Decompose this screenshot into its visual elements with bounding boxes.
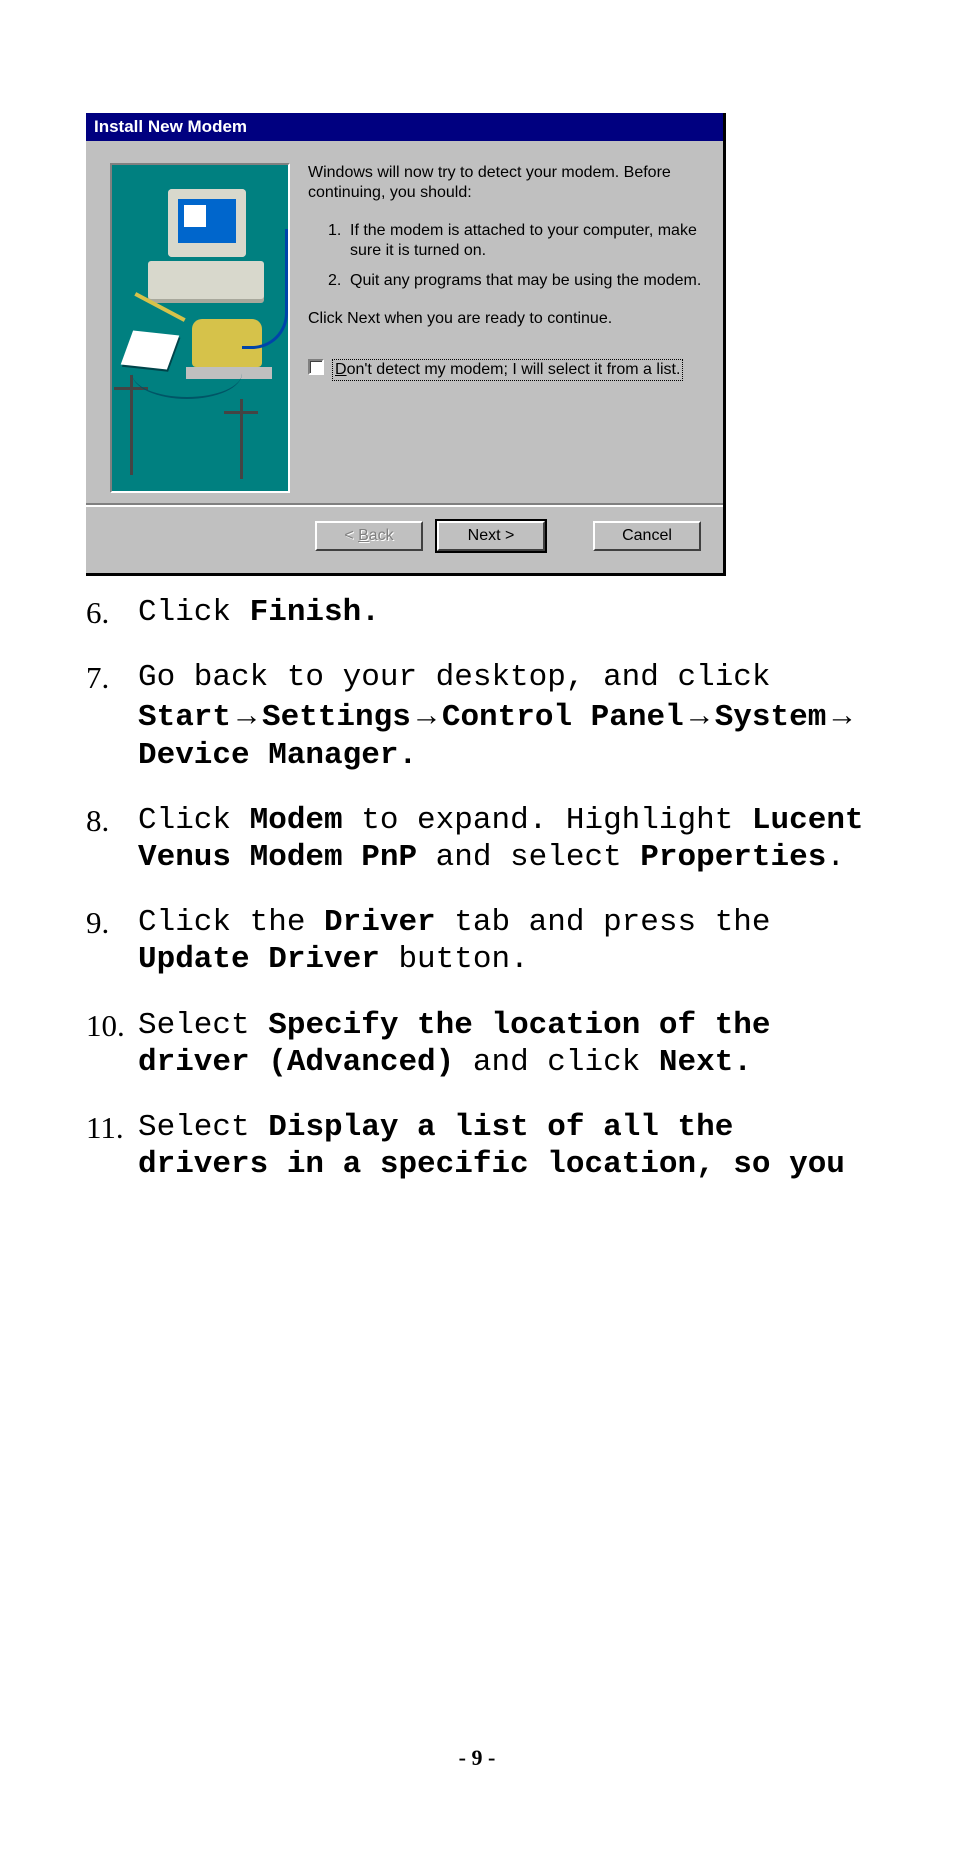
instr-number: 6. <box>86 594 138 631</box>
instr-number: 9. <box>86 904 138 978</box>
instr-body: Click Finish. <box>138 594 874 631</box>
dialog-title: Install New Modem <box>94 117 247 136</box>
dont-detect-label[interactable]: Don't detect my modem; I will select it … <box>332 359 683 381</box>
dialog-step-list: 1. If the modem is attached to your comp… <box>328 221 709 291</box>
cancel-button[interactable]: Cancel <box>593 521 701 551</box>
instr-number: 11. <box>86 1109 138 1183</box>
instr-body: Select Specify the location of the drive… <box>138 1007 874 1081</box>
wizard-illustration <box>110 163 290 493</box>
instr-body: Go back to your desktop, and click Start… <box>138 659 874 774</box>
dont-detect-checkbox[interactable] <box>308 359 324 375</box>
instr-body: Select Display a list of all the drivers… <box>138 1109 874 1183</box>
step-text: If the modem is attached to your compute… <box>350 221 709 261</box>
instr-body: Click Modem to expand. Highlight Lucent … <box>138 802 874 876</box>
step-number: 1. <box>328 221 350 261</box>
instr-number: 10. <box>86 1007 138 1081</box>
step-number: 2. <box>328 271 350 291</box>
instr-number: 8. <box>86 802 138 876</box>
instr-number: 7. <box>86 659 138 774</box>
instr-body: Click the Driver tab and press the Updat… <box>138 904 874 978</box>
step-text: Quit any programs that may be using the … <box>350 271 701 291</box>
dialog-button-row: < Back Next > Cancel <box>86 503 723 573</box>
dialog-continue-text: Click Next when you are ready to continu… <box>308 309 709 329</box>
dialog-intro-text: Windows will now try to detect your mode… <box>308 163 709 203</box>
instruction-list: 6. Click Finish. 7. Go back to your desk… <box>86 594 874 1183</box>
install-new-modem-dialog: Install New Modem Windows will now try t… <box>86 113 726 576</box>
dialog-titlebar: Install New Modem <box>86 113 723 141</box>
next-button[interactable]: Next > <box>437 521 545 551</box>
back-button[interactable]: < Back <box>315 521 423 551</box>
page-number: - 9 - <box>0 1745 954 1771</box>
